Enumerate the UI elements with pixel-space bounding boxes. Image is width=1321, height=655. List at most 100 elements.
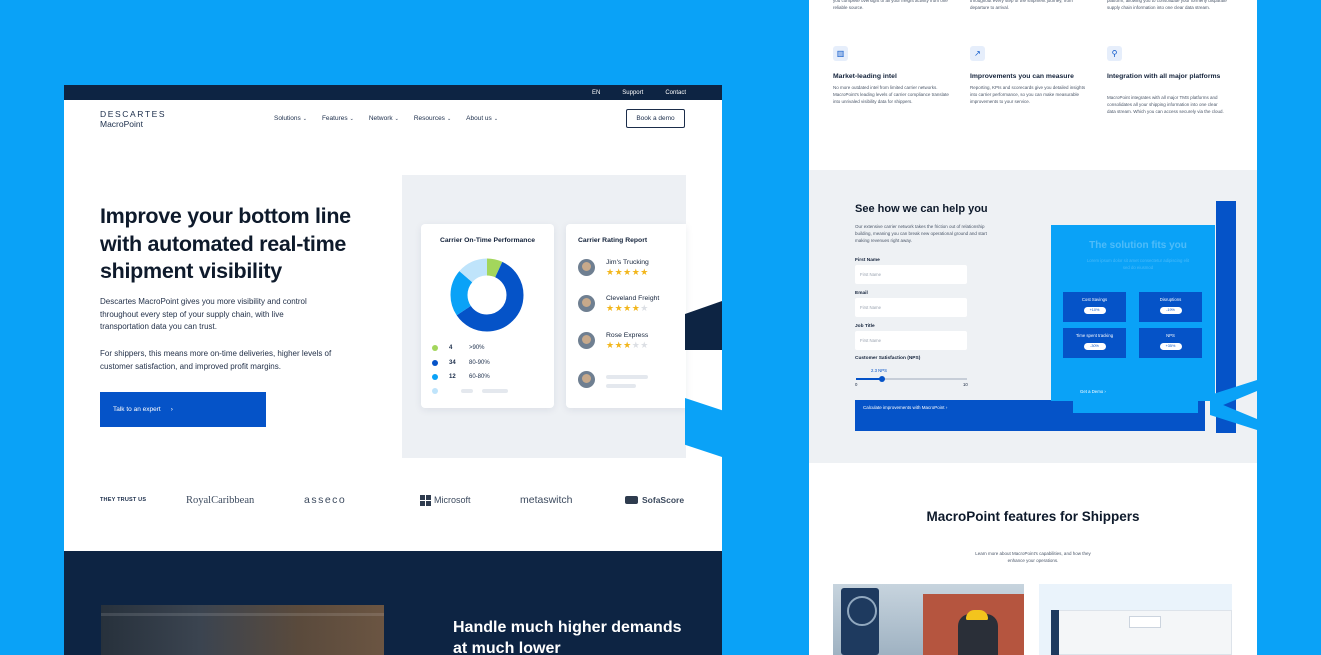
carrier-name: Jim's Trucking (606, 259, 649, 266)
nav-resources[interactable]: Resources ⌄ (414, 115, 451, 122)
chevron-down-icon: ⌄ (446, 116, 452, 122)
legend-dot (432, 360, 438, 366)
main-nav: DESCARTES MacroPoint Solutions ⌄ Features… (64, 100, 722, 137)
trust-label: THEY TRUST US (100, 497, 147, 503)
placeholder-bar (461, 389, 473, 393)
solution-subtitle: Lorem ipsum dolor sit amet consectetur a… (1086, 258, 1190, 270)
section-title: Handle much higher demands at much lower (453, 619, 682, 655)
carrier-row[interactable]: Cleveland Freight ★★★★★ (578, 295, 659, 313)
job-title-input[interactable]: First Name (855, 331, 967, 350)
get-demo-button[interactable]: Get a Demo › (1073, 383, 1198, 413)
feature-title: Integration with all major platforms (1107, 73, 1221, 80)
trust-logos-row: THEY TRUST US RoyalCaribbean asseco Micr… (100, 489, 690, 511)
avatar (578, 259, 595, 276)
hero-paragraph-shippers: For shippers, this means more on-time de… (100, 349, 332, 371)
nps-value: 2.3 NPS (871, 368, 888, 373)
sofascore-logo: SofaScore (625, 495, 684, 505)
calculate-label: Calculate improvements with MacroPoint (863, 405, 945, 410)
language-link[interactable]: EN (592, 90, 600, 96)
slider-min: 0 (855, 382, 858, 387)
nav-network[interactable]: Network ⌄ (369, 115, 399, 122)
carrier-row[interactable]: Rose Express ★★★★★ (578, 332, 649, 350)
chevron-down-icon: ⌄ (493, 116, 499, 122)
field-label: Email (855, 291, 868, 296)
nav-solutions[interactable]: Solutions ⌄ (274, 115, 307, 122)
legend-range: 80-90% (469, 360, 490, 366)
dark-feature-section: Handle much higher demands at much lower (64, 551, 722, 655)
logo-line2: MacroPoint (100, 118, 143, 129)
field-label: Customer Satisfaction (NPS) (855, 356, 921, 361)
legend-range: 60-80% (469, 374, 490, 380)
nav-about[interactable]: About us ⌄ (466, 115, 498, 122)
chevron-right-icon: › (1104, 389, 1106, 394)
star-rating: ★★★★★ (606, 303, 649, 313)
kpi-card: Cost Savings +10% (1063, 292, 1126, 322)
descartes-logo[interactable]: DESCARTES MacroPoint (100, 110, 166, 128)
placeholder-bar (482, 389, 508, 393)
first-name-input[interactable]: First Name (855, 265, 967, 284)
on-time-donut-chart (450, 258, 524, 332)
nav-features[interactable]: Features ⌄ (322, 115, 354, 122)
integration-icon: ⚲ (1107, 46, 1122, 61)
worker-photo (833, 584, 1024, 655)
section-title: See how we can help you (855, 203, 988, 215)
help-section: See how we can help you Our extensive ca… (809, 170, 1257, 463)
feature-text: Reporting, KPIs and scorecards give you … (970, 85, 1086, 104)
book-demo-button[interactable]: Book a demo (626, 109, 685, 128)
microsoft-icon (420, 494, 431, 506)
hero-paragraph: Descartes MacroPoint gives you more visi… (100, 297, 307, 331)
legend-range: >90% (469, 345, 485, 351)
input-placeholder: First Name (860, 338, 882, 343)
email-input[interactable]: First Name (855, 298, 967, 317)
kpi-card: Disruptions -19% (1139, 292, 1202, 322)
kpi-card: NPS +35% (1139, 328, 1202, 358)
carrier-name: Cleveland Freight (606, 295, 660, 302)
legend-row: 4 >90% (432, 345, 485, 351)
feature-text: No more outdated intel from limited carr… (833, 85, 949, 104)
map-sidebar (1051, 610, 1059, 655)
microsoft-wordmark: Microsoft (434, 495, 471, 505)
legend-row-placeholder (432, 388, 508, 394)
nps-slider[interactable] (856, 376, 967, 382)
features-section-subtitle: Learn more about MacroPoint's capabiliti… (975, 551, 1091, 563)
carrier-row-placeholder (578, 371, 648, 388)
solution-title: The solution fits you (1089, 240, 1187, 251)
bar-chart-icon: ▥ (833, 46, 848, 61)
on-time-performance-card: Carrier On-Time Performance 4 >90% 34 80… (421, 224, 554, 408)
field-label: First Name (855, 258, 880, 263)
input-placeholder: First Name (860, 272, 882, 277)
legend-dot (432, 388, 438, 394)
carrier-rating-card: Carrier Rating Report Jim's Trucking ★★★… (566, 224, 686, 408)
carrier-row[interactable]: Jim's Trucking ★★★★★ (578, 259, 649, 277)
royal-caribbean-logo: RoyalCaribbean (186, 494, 255, 506)
input-placeholder: First Name (860, 305, 882, 310)
placeholder-bar (606, 384, 636, 388)
legend-row: 34 80-90% (432, 360, 490, 366)
features-section-title: MacroPoint features for Shippers (926, 509, 1140, 524)
cta-label: Talk to an expert (113, 406, 161, 413)
contact-link[interactable]: Contact (665, 90, 686, 96)
star-rating: ★★★★★ (606, 340, 649, 350)
card-title: Carrier On-Time Performance (439, 237, 536, 244)
slider-handle[interactable] (878, 376, 885, 382)
feature-text-fragment: platform, allowing you to consolidate yo… (1107, 0, 1227, 10)
kpi-value: -30% (1083, 343, 1106, 350)
microsoft-logo: Microsoft (420, 494, 520, 506)
slider-fill (856, 378, 882, 380)
hero-title: Improve your bottom line with automated … (100, 204, 351, 283)
support-link[interactable]: Support (622, 90, 643, 96)
legend-dot (432, 374, 438, 380)
talk-to-expert-button[interactable]: Talk to an expert › (100, 392, 266, 427)
chevron-down-icon: ⌄ (349, 116, 354, 122)
avatar (578, 332, 595, 349)
legend-dot (432, 345, 438, 351)
chevron-right-icon: › (945, 405, 948, 410)
kpi-label: Disruptions (1159, 297, 1182, 302)
kpi-label: Time spent tracking (1075, 333, 1114, 338)
decorative-shape (685, 398, 722, 458)
sofascore-icon (625, 496, 638, 504)
avatar (578, 295, 595, 312)
kpi-label: NPS (1166, 333, 1175, 338)
kpi-card: Time spent tracking -30% (1063, 328, 1126, 358)
feature-text-fragment: you complete oversight of all your freig… (833, 0, 948, 10)
